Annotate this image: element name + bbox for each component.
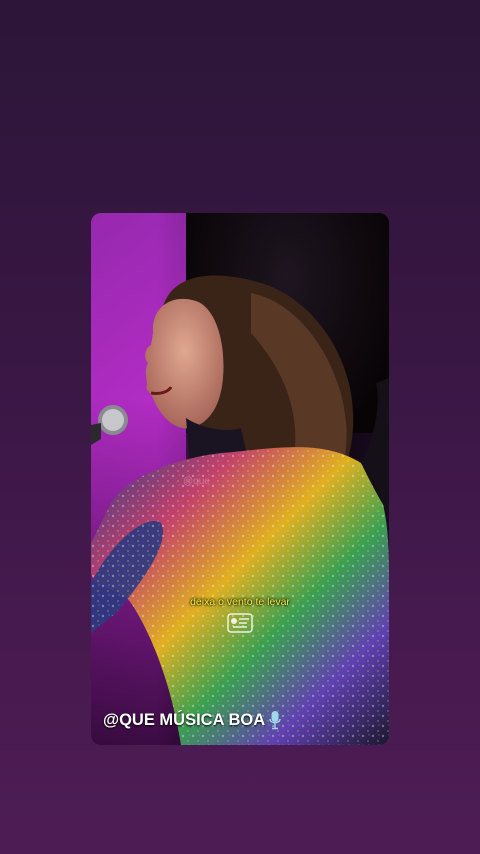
video-frame[interactable]: @que deixa o vento te levar @QUE MÚSICA … xyxy=(91,213,389,745)
channel-handle[interactable]: @QUE MÚSICA BOA xyxy=(103,710,282,730)
channel-handle-text: @QUE MÚSICA BOA xyxy=(103,710,266,729)
video-subtitle: deixa o vento te levar xyxy=(190,596,290,608)
performer-illustration xyxy=(91,275,389,745)
watermark-text: @que xyxy=(183,476,210,487)
channel-logo-icon xyxy=(227,613,253,633)
microphone-icon xyxy=(269,711,281,730)
